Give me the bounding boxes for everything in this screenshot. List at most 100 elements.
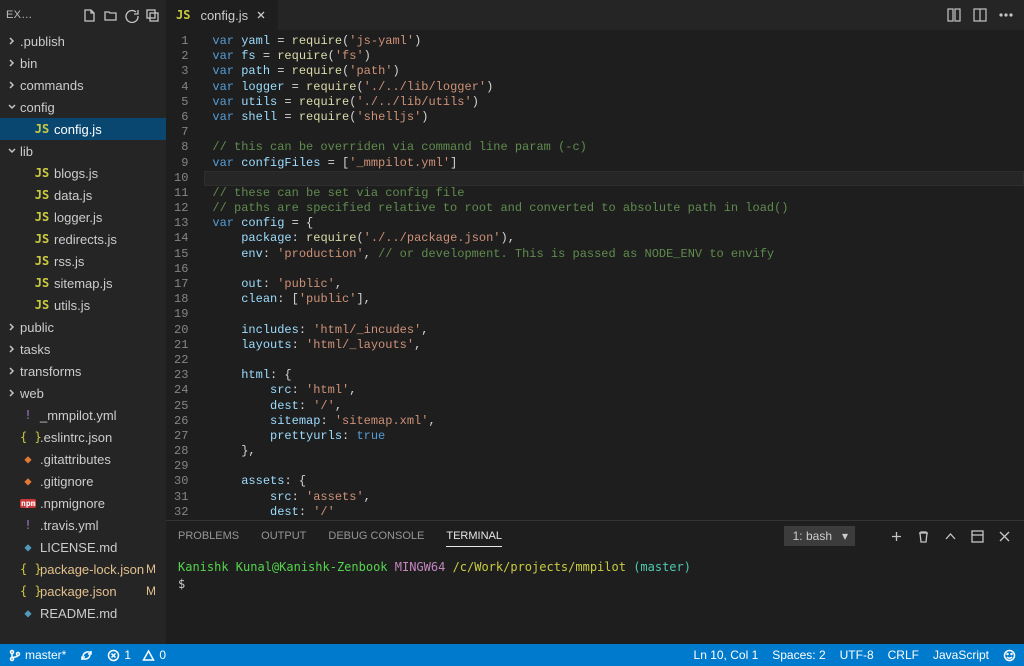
chevron-right-icon[interactable]	[6, 79, 18, 91]
code-content[interactable]: var yaml = require('js-yaml')var fs = re…	[204, 30, 1024, 520]
code-line[interactable]: var config = {	[204, 216, 1024, 231]
status-problems[interactable]: 1 0	[107, 648, 166, 662]
code-line[interactable]	[204, 307, 1024, 322]
code-line[interactable]	[204, 459, 1024, 474]
tab-terminal[interactable]: TERMINAL	[446, 526, 502, 547]
code-line[interactable]: dest: '/',	[204, 399, 1024, 414]
folder-web[interactable]: web	[0, 382, 166, 404]
split-compare-icon[interactable]	[946, 7, 962, 23]
chevron-right-icon[interactable]	[6, 35, 18, 47]
status-cursor[interactable]: Ln 10, Col 1	[694, 648, 759, 662]
folder-.publish[interactable]: .publish	[0, 30, 166, 52]
code-line[interactable]: // paths are specified relative to root …	[204, 201, 1024, 216]
new-file-icon[interactable]	[82, 8, 97, 23]
chevron-up-icon[interactable]	[943, 529, 958, 544]
code-line[interactable]: includes: 'html/_incudes',	[204, 323, 1024, 338]
code-line[interactable]: var utils = require('./../lib/utils')	[204, 95, 1024, 110]
folder-public[interactable]: public	[0, 316, 166, 338]
file-logger.js[interactable]: JSlogger.js	[0, 206, 166, 228]
code-line[interactable]: env: 'production', // or development. Th…	[204, 247, 1024, 262]
status-feedback[interactable]	[1003, 649, 1016, 662]
file-redirects.js[interactable]: JSredirects.js	[0, 228, 166, 250]
terminal-body[interactable]: Kanishk Kunal@Kanishk-Zenbook MINGW64 /c…	[166, 551, 1024, 644]
code-line[interactable]: var configFiles = ['_mmpilot.yml']	[204, 156, 1024, 171]
code-line[interactable]: },	[204, 444, 1024, 459]
file-_mmpilot.yml[interactable]: !_mmpilot.yml	[0, 404, 166, 426]
folder-config[interactable]: config	[0, 96, 166, 118]
tab-problems[interactable]: PROBLEMS	[178, 526, 239, 546]
terminal-select[interactable]: 1: bash	[784, 526, 855, 546]
new-terminal-icon[interactable]	[889, 529, 904, 544]
code-editor[interactable]: 1234567891011121314151617181920212223242…	[166, 30, 1024, 520]
code-line[interactable]: html: {	[204, 368, 1024, 383]
folder-transforms[interactable]: transforms	[0, 360, 166, 382]
code-line[interactable]: src: 'assets',	[204, 490, 1024, 505]
code-line[interactable]: dest: '/'	[204, 505, 1024, 520]
file-.gitattributes[interactable]: ◆.gitattributes	[0, 448, 166, 470]
chevron-down-icon[interactable]	[6, 101, 18, 113]
status-eol[interactable]: CRLF	[888, 648, 919, 662]
close-icon[interactable]	[254, 8, 268, 22]
code-line[interactable]: sitemap: 'sitemap.xml',	[204, 414, 1024, 429]
status-spaces[interactable]: Spaces: 2	[772, 648, 825, 662]
tab-debug-console[interactable]: DEBUG CONSOLE	[328, 526, 424, 546]
kill-terminal-icon[interactable]	[916, 529, 931, 544]
status-lang[interactable]: JavaScript	[933, 648, 989, 662]
file-package-lock.json[interactable]: { }package-lock.jsonM	[0, 558, 166, 580]
code-line[interactable]: clean: ['public'],	[204, 292, 1024, 307]
file-utils.js[interactable]: JSutils.js	[0, 294, 166, 316]
tab-config-js[interactable]: JS config.js	[166, 0, 279, 30]
file-LICENSE.md[interactable]: ◆LICENSE.md	[0, 536, 166, 558]
code-line[interactable]: var yaml = require('js-yaml')	[204, 34, 1024, 49]
file-sitemap.js[interactable]: JSsitemap.js	[0, 272, 166, 294]
code-line[interactable]: var shell = require('shelljs')	[204, 110, 1024, 125]
new-folder-icon[interactable]	[103, 8, 118, 23]
code-line[interactable]: src: 'html',	[204, 383, 1024, 398]
file-config.js[interactable]: JSconfig.js	[0, 118, 166, 140]
status-branch[interactable]: master*	[8, 648, 66, 662]
file-data.js[interactable]: JSdata.js	[0, 184, 166, 206]
code-line[interactable]: var fs = require('fs')	[204, 49, 1024, 64]
code-line[interactable]	[204, 171, 1024, 186]
file-.gitignore[interactable]: ◆.gitignore	[0, 470, 166, 492]
code-line[interactable]: assets: {	[204, 474, 1024, 489]
folder-tasks[interactable]: tasks	[0, 338, 166, 360]
close-panel-icon[interactable]	[997, 529, 1012, 544]
status-sync[interactable]	[80, 649, 93, 662]
refresh-icon[interactable]	[124, 8, 139, 23]
collapse-all-icon[interactable]	[145, 8, 160, 23]
chevron-right-icon[interactable]	[6, 365, 18, 377]
code-line[interactable]	[204, 262, 1024, 277]
file-.travis.yml[interactable]: !.travis.yml	[0, 514, 166, 536]
chevron-right-icon[interactable]	[6, 387, 18, 399]
folder-commands[interactable]: commands	[0, 74, 166, 96]
code-line[interactable]: package: require('./../package.json'),	[204, 231, 1024, 246]
status-encoding[interactable]: UTF-8	[840, 648, 874, 662]
chevron-right-icon[interactable]	[6, 321, 18, 333]
chevron-right-icon[interactable]	[6, 343, 18, 355]
file-blogs.js[interactable]: JSblogs.js	[0, 162, 166, 184]
code-line[interactable]: var logger = require('./../lib/logger')	[204, 80, 1024, 95]
code-line[interactable]: prettyurls: true	[204, 429, 1024, 444]
file-package.json[interactable]: { }package.jsonM	[0, 580, 166, 602]
file-.eslintrc.json[interactable]: { }.eslintrc.json	[0, 426, 166, 448]
folder-bin[interactable]: bin	[0, 52, 166, 74]
code-line[interactable]	[204, 353, 1024, 368]
maximize-panel-icon[interactable]	[970, 529, 985, 544]
code-line[interactable]: layouts: 'html/_layouts',	[204, 338, 1024, 353]
split-editor-icon[interactable]	[972, 7, 988, 23]
code-line[interactable]: var path = require('path')	[204, 64, 1024, 79]
more-icon[interactable]	[998, 7, 1014, 23]
code-line[interactable]: out: 'public',	[204, 277, 1024, 292]
code-line[interactable]	[204, 125, 1024, 140]
chevron-right-icon[interactable]	[6, 57, 18, 69]
file-.npmignore[interactable]: npm.npmignore	[0, 492, 166, 514]
tab-output[interactable]: OUTPUT	[261, 526, 306, 546]
file-README.md[interactable]: ◆README.md	[0, 602, 166, 624]
code-line[interactable]: // these can be set via config file	[204, 186, 1024, 201]
chevron-down-icon[interactable]	[6, 145, 18, 157]
code-line[interactable]: // this can be overriden via command lin…	[204, 140, 1024, 155]
file-tree[interactable]: .publishbincommandsconfigJSconfig.jslibJ…	[0, 30, 166, 644]
folder-lib[interactable]: lib	[0, 140, 166, 162]
file-rss.js[interactable]: JSrss.js	[0, 250, 166, 272]
